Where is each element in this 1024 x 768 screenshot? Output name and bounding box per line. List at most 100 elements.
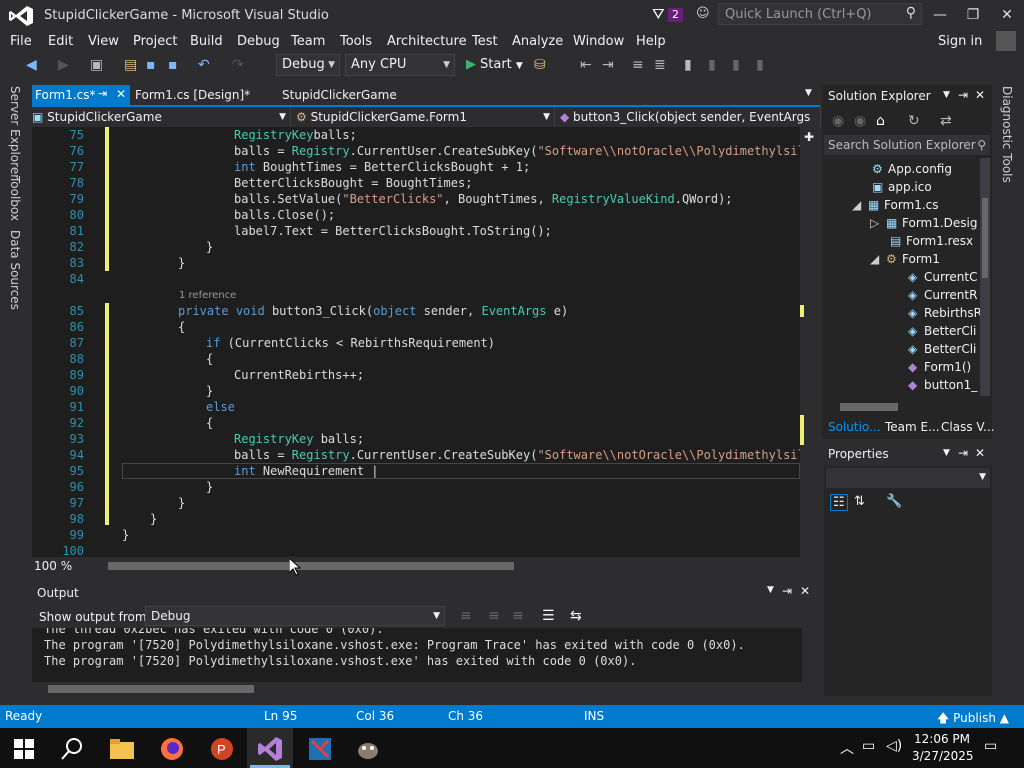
panel-menu-chevron-icon[interactable]: ▼ — [943, 448, 950, 458]
app-icon[interactable] — [306, 735, 334, 763]
menu-team[interactable]: Team — [291, 34, 325, 49]
project-nav-dropdown[interactable]: ▣ StupidClickerGame ▼ — [32, 107, 291, 127]
next-message-icon[interactable]: ≡ — [512, 608, 524, 624]
account-avatar-icon[interactable] — [996, 31, 1016, 51]
editor-vertical-scrollbar[interactable] — [800, 127, 820, 557]
tab-overflow-chevron-icon[interactable]: ▼ — [805, 88, 812, 98]
code-line[interactable]: balls.SetValue("BetterClicks", BoughtTim… — [234, 192, 733, 206]
refresh-icon[interactable]: ⇄ — [940, 113, 952, 129]
clear-bookmarks-icon[interactable]: ▮ — [756, 57, 764, 73]
save-icon[interactable]: ▪ — [146, 57, 156, 73]
notification-flag-icon[interactable]: ⛛ — [652, 5, 665, 23]
step-over-icon[interactable]: ⇥ — [602, 57, 614, 73]
code-line[interactable]: if (CurrentClicks < RebirthsRequirement) — [206, 336, 495, 350]
back-icon[interactable]: ◉ — [832, 113, 844, 129]
code-line[interactable]: RegistryKey balls; — [234, 432, 364, 446]
tab-project-properties[interactable]: StupidClickerGame — [282, 88, 397, 102]
code-line[interactable]: balls = Registry.CurrentUser.CreateSubKe… — [234, 144, 800, 158]
menu-architecture[interactable]: Architecture — [387, 34, 467, 49]
code-line[interactable]: } — [178, 496, 185, 510]
toolbox-tab[interactable]: Toolbox — [8, 176, 22, 221]
menu-help[interactable]: Help — [636, 34, 666, 49]
code-line[interactable]: } — [122, 528, 129, 542]
pin-icon[interactable]: ⇥ — [782, 584, 792, 598]
tree-item-form1-cs[interactable]: ◢ ▦ Form1.cs — [852, 198, 939, 212]
tab-team-explorer[interactable]: Team E... — [885, 420, 940, 434]
properties-grid[interactable]: ▼ ☷ ⇅ 🔧 — [824, 466, 992, 696]
windows-start-icon[interactable] — [10, 735, 38, 763]
tree-item-member[interactable]: ◈ RebirthsR — [908, 306, 980, 320]
prev-bookmark-icon[interactable]: ▮ — [708, 57, 716, 73]
code-line[interactable]: private void button3_Click(object sender… — [178, 304, 568, 318]
browser-link-icon[interactable]: ⛁ — [534, 57, 546, 73]
split-icon[interactable]: ✚ — [804, 130, 814, 144]
menu-tools[interactable]: Tools — [340, 34, 372, 49]
publish-button[interactable]: 🡅 Publish ▲ — [937, 709, 1009, 730]
close-panel-icon[interactable]: ✕ — [800, 584, 810, 598]
feedback-icon[interactable]: ☺ — [696, 6, 710, 21]
tree-item-form1-class[interactable]: ◢ ⚙ Form1 — [870, 252, 940, 266]
step-icon[interactable]: ⇤ — [580, 57, 592, 73]
file-explorer-icon[interactable] — [108, 735, 136, 763]
data-sources-tab[interactable]: Data Sources — [8, 230, 22, 310]
word-wrap-icon[interactable]: ⇆ — [570, 608, 582, 624]
menu-view[interactable]: View — [88, 34, 119, 49]
sign-in-link[interactable]: Sign in — [938, 34, 982, 49]
tree-vscroll-thumb[interactable] — [982, 198, 988, 278]
quick-launch-input[interactable]: Quick Launch (Ctrl+Q) ⚲ — [718, 3, 922, 25]
network-icon[interactable]: ▭ — [862, 738, 875, 754]
close-button[interactable]: ✕ — [992, 4, 1022, 26]
home-icon[interactable]: ⌂ — [876, 113, 885, 129]
code-line[interactable]: } — [206, 480, 213, 494]
tab-form1-cs[interactable]: Form1.cs* ⇥ ✕ — [32, 85, 130, 106]
menu-analyze[interactable]: Analyze — [512, 34, 563, 49]
editor-hscroll-thumb[interactable] — [108, 562, 514, 570]
volume-icon[interactable]: ◁) — [886, 738, 902, 754]
server-explorer-tab[interactable]: Server Explorer — [8, 86, 22, 179]
menu-edit[interactable]: Edit — [48, 34, 73, 49]
solution-search-input[interactable]: Search Solution Explorer ⚲ — [824, 135, 990, 155]
search-icon[interactable] — [58, 735, 86, 763]
gimp-icon[interactable] — [354, 735, 382, 763]
back-icon[interactable]: ◀ — [26, 57, 37, 73]
start-debug-button[interactable]: ▶ Start ▼ — [466, 57, 523, 72]
outdent-icon[interactable]: ≣ — [654, 57, 666, 73]
code-line[interactable]: } — [178, 256, 185, 270]
clock-time[interactable]: 12:06 PM — [914, 732, 970, 746]
menu-build[interactable]: Build — [190, 34, 223, 49]
solution-tree[interactable]: ⚙ App.config ▣ app.ico ◢ ▦ Form1.cs ▷ ▦ Form1.… — [824, 158, 980, 396]
search-icon[interactable]: ⚲ — [977, 135, 986, 155]
pin-icon[interactable]: ⇥ — [958, 446, 968, 460]
maximize-button[interactable]: ❐ — [958, 4, 988, 26]
code-line[interactable]: else — [206, 400, 235, 414]
menu-test[interactable]: Test — [472, 34, 498, 49]
code-line[interactable]: { — [206, 352, 213, 366]
close-tab-icon[interactable]: ✕ — [116, 87, 126, 101]
properties-object-dropdown[interactable]: ▼ — [826, 468, 990, 488]
code-line[interactable]: } — [206, 240, 213, 254]
forward-icon[interactable]: ◉ — [854, 113, 866, 129]
code-line[interactable]: balls = Registry.CurrentUser.CreateSubKe… — [234, 448, 800, 462]
panel-menu-chevron-icon[interactable]: ▼ — [943, 90, 950, 100]
reference-hint[interactable]: 1 reference — [179, 290, 236, 301]
tree-item-member[interactable]: ◈ CurrentR — [908, 288, 977, 302]
visual-studio-logo-icon[interactable] — [8, 5, 34, 27]
next-bookmark-icon[interactable]: ▮ — [732, 57, 740, 73]
output-source-dropdown[interactable]: Debug ▼ — [145, 606, 445, 626]
menu-debug[interactable]: Debug — [237, 34, 280, 49]
code-line[interactable]: CurrentRebirths++; — [234, 368, 364, 382]
diagnostic-tools-tab[interactable]: Diagnostic Tools — [1000, 86, 1014, 183]
tree-hscroll-thumb[interactable] — [840, 403, 898, 411]
code-editor[interactable]: 75 RegistryKeyballs; 76 balls = Registry.Cu… — [32, 127, 800, 557]
menu-window[interactable]: Window — [573, 34, 624, 49]
forward-icon[interactable]: ▶ — [58, 57, 69, 73]
bookmark-icon[interactable]: ▮ — [684, 57, 692, 73]
tree-item-app-ico[interactable]: ▣ app.ico — [872, 180, 932, 194]
clear-all-icon[interactable]: ☰ — [542, 608, 555, 624]
action-center-icon[interactable]: ▭ — [984, 738, 997, 754]
indent-icon[interactable]: ≡ — [632, 57, 644, 73]
powerpoint-icon[interactable]: P — [208, 735, 236, 763]
minimize-button[interactable]: — — [925, 4, 955, 26]
close-panel-icon[interactable]: ✕ — [975, 88, 985, 102]
tree-item-member[interactable]: ◈ BetterCli — [908, 342, 976, 356]
